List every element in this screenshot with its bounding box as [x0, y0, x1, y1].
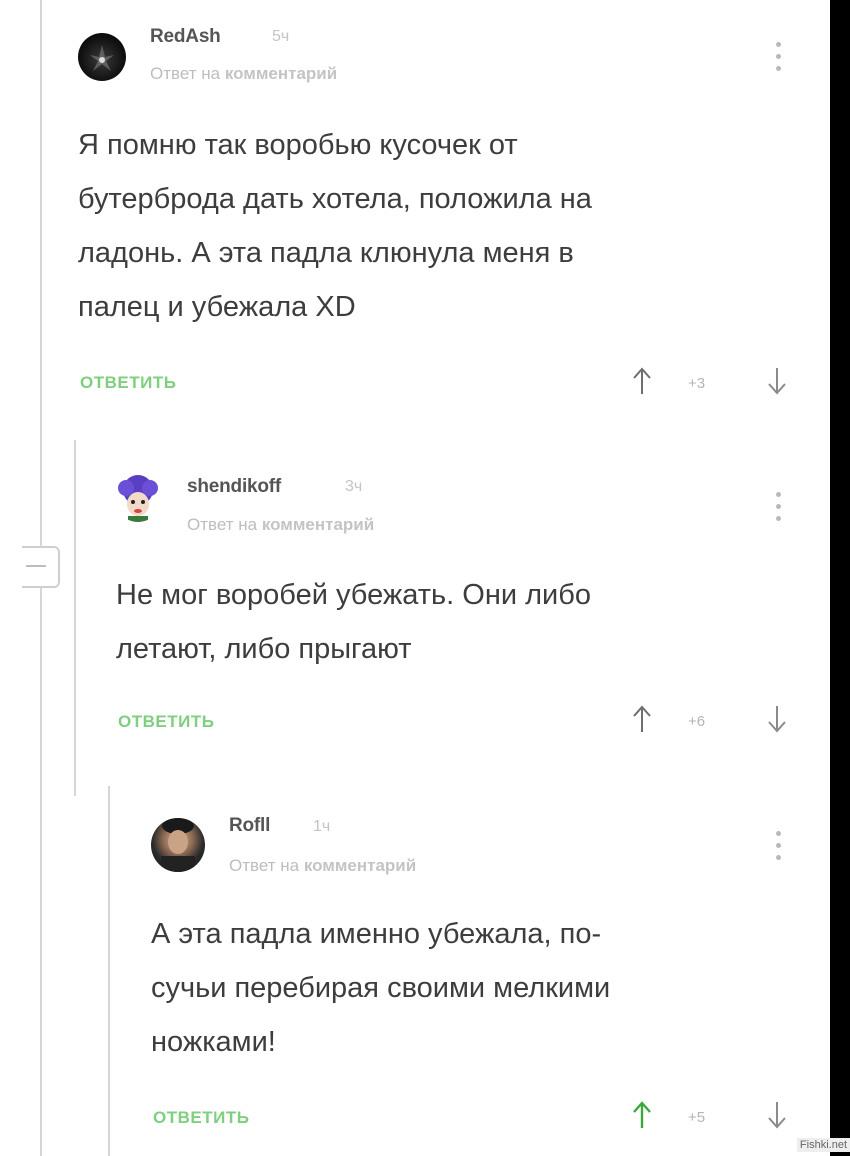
comment-line: А эта падла именно убежала, по-: [151, 918, 602, 950]
rating-value: +5: [688, 1109, 706, 1126]
upvote-arrow-icon[interactable]: [631, 1100, 653, 1130]
comment-text: А эта падла именно убежала, по- сучьи пе…: [151, 907, 610, 1069]
comment-line: сучьи перебирая своими мелкими: [151, 972, 611, 1004]
reply-to-target-link[interactable]: комментарий: [304, 856, 416, 875]
username[interactable]: Rofll: [229, 815, 270, 837]
comment-line: ножками!: [151, 1026, 276, 1058]
more-options-icon[interactable]: [773, 831, 783, 867]
comments-page: RedAsh 5ч Ответ на комментарий Я помню т…: [0, 0, 830, 1156]
reply-button[interactable]: ОТВЕТИТЬ: [153, 1108, 249, 1128]
watermark: Fishki.net: [796, 1138, 850, 1152]
timestamp: 1ч: [313, 818, 331, 835]
avatar-image-icon: [161, 818, 195, 872]
avatar[interactable]: [151, 818, 205, 872]
reply-to-label: Ответ на комментарий: [229, 856, 416, 876]
comment-rofll: Rofll 1ч Ответ на комментарий А эта падл…: [0, 0, 830, 1156]
reply-to-prefix: Ответ на: [229, 856, 300, 875]
downvote-arrow-icon[interactable]: [766, 1100, 788, 1130]
